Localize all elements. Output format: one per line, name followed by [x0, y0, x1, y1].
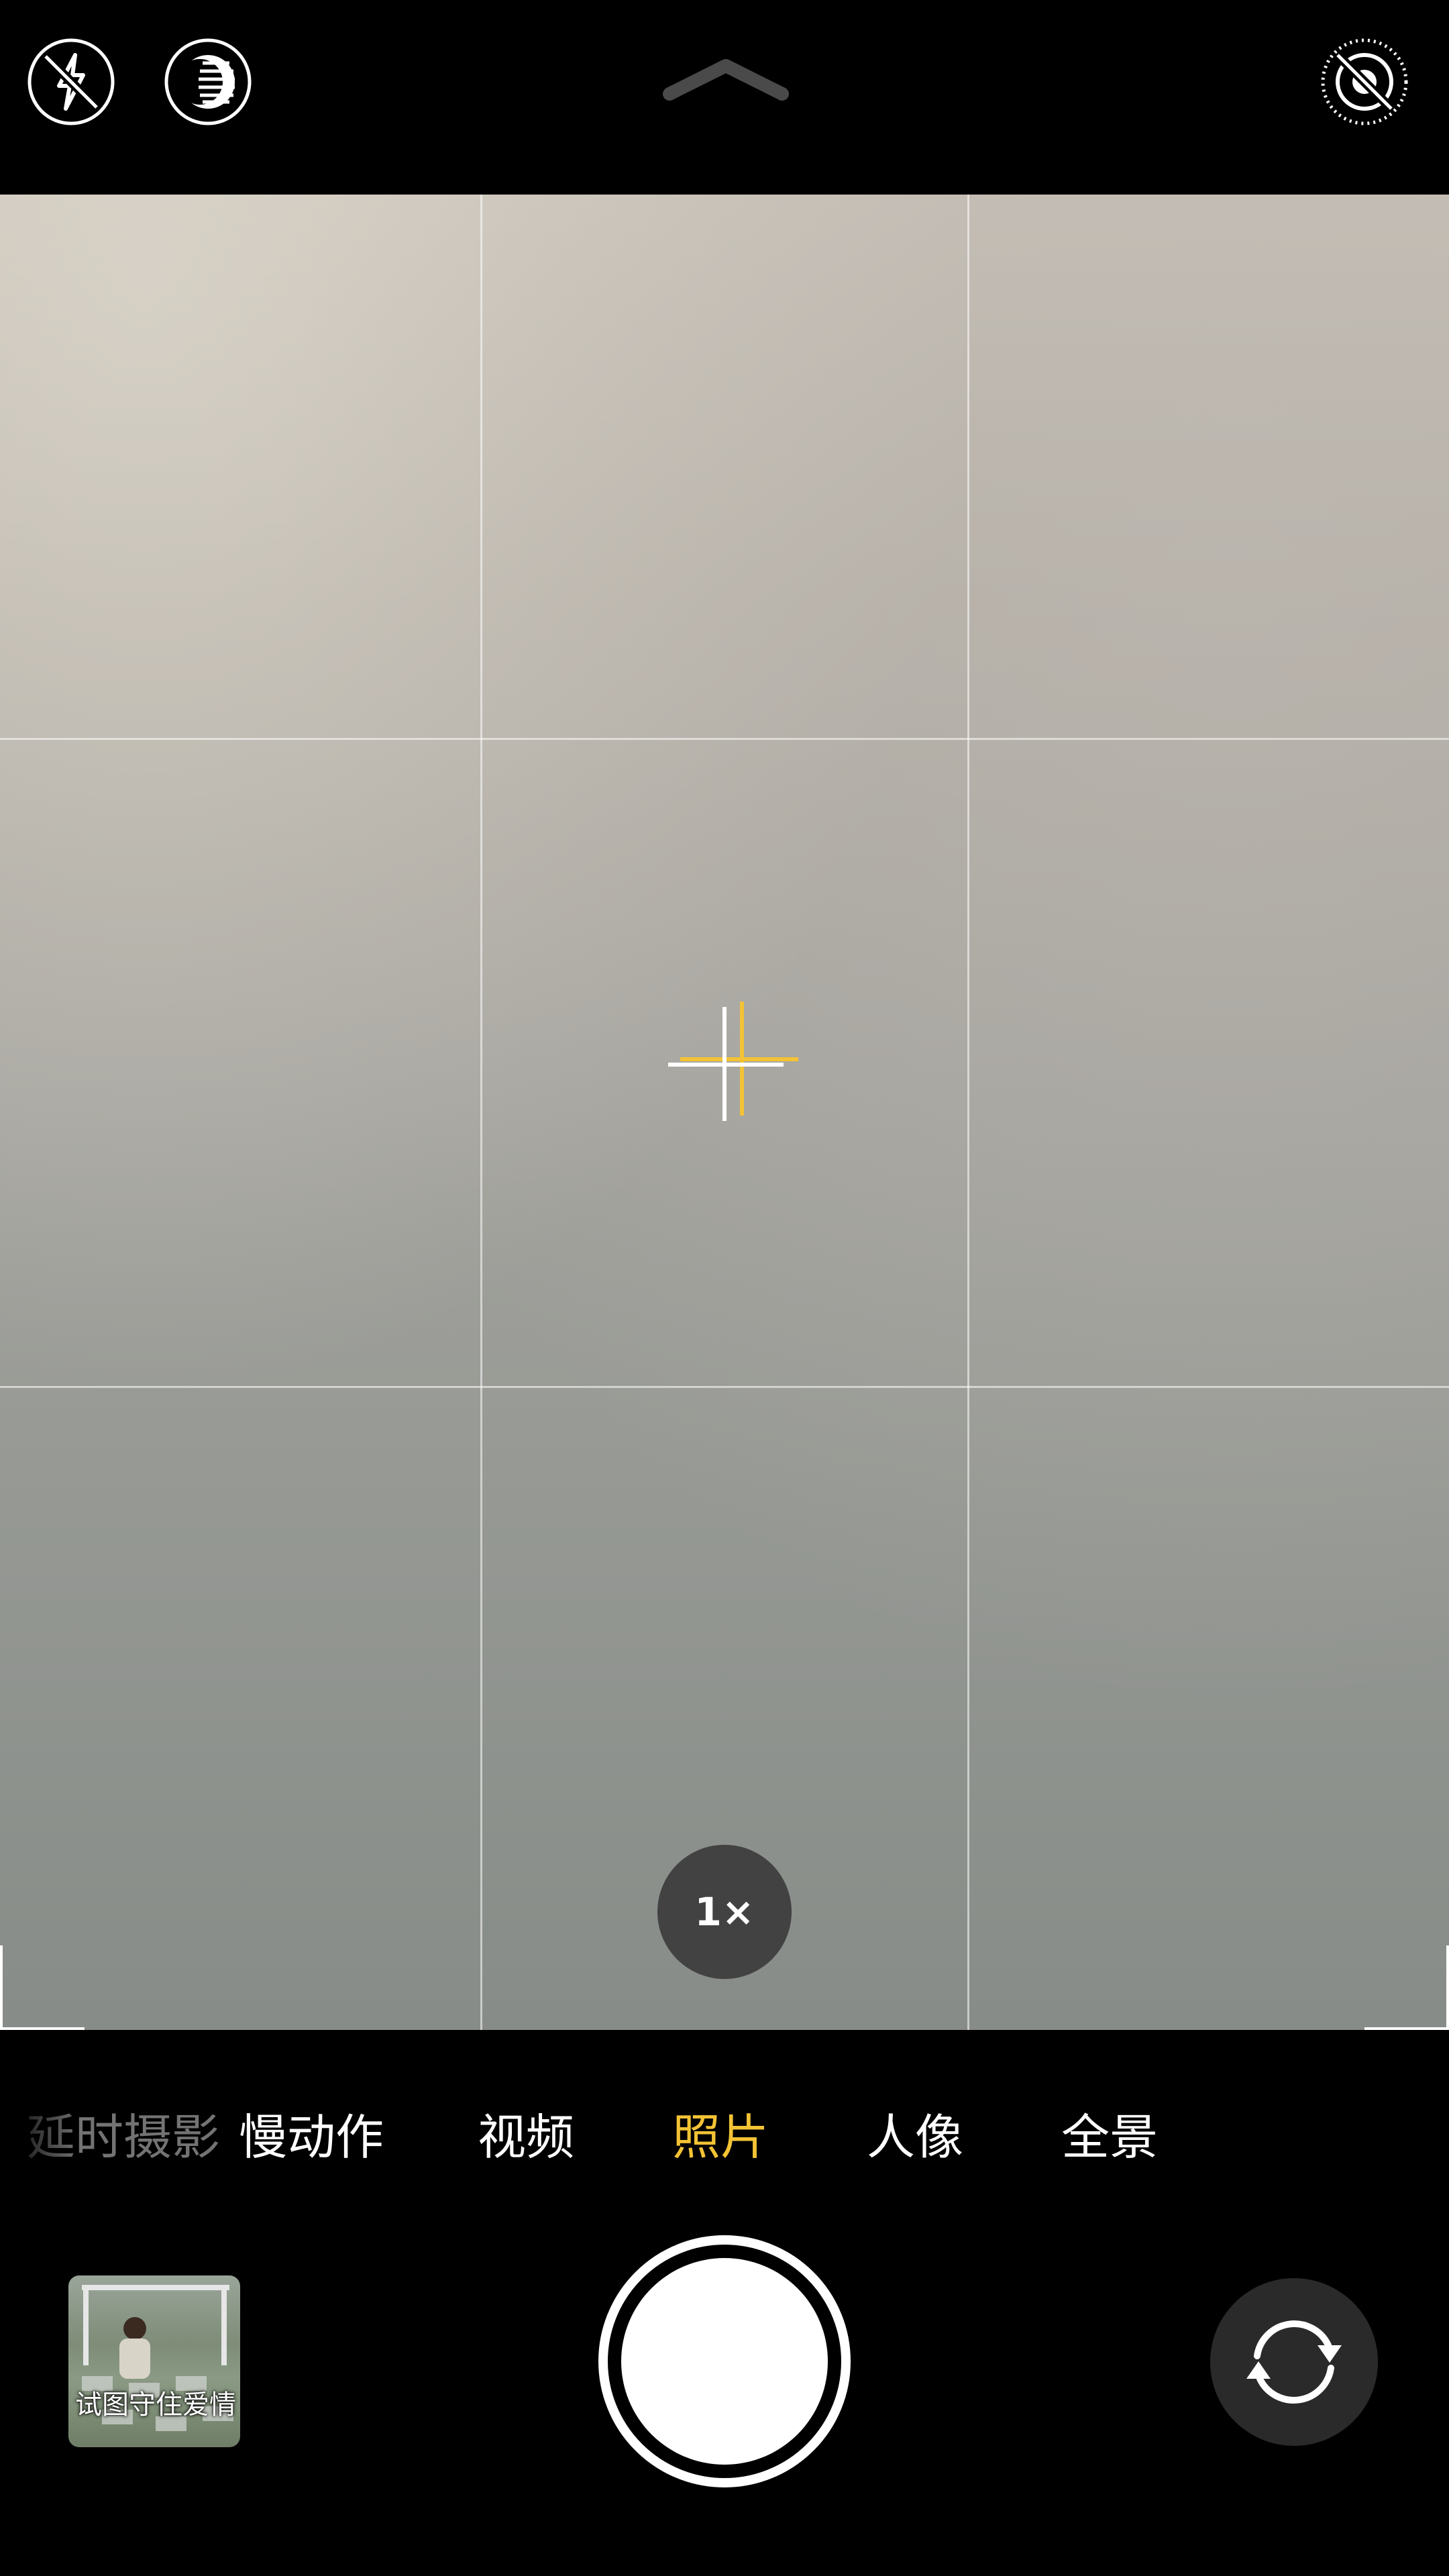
live-off-icon[interactable]	[1319, 36, 1410, 127]
mode-portrait[interactable]: 人像	[867, 2097, 963, 2178]
thumb-frame-post	[221, 2285, 227, 2365]
night-mode-icon[interactable]	[162, 36, 254, 127]
bottom-controls: 延时摄影 慢动作 视频 照片 人像 全景 试图守住爱情	[0, 2030, 1449, 2576]
flash-off-icon[interactable]	[25, 36, 117, 127]
thumb-child-head	[123, 2317, 146, 2340]
mode-photo[interactable]: 照片	[672, 2097, 769, 2178]
last-photo-thumbnail[interactable]: 试图守住爱情	[68, 2275, 240, 2447]
grid-line-vertical	[480, 195, 482, 2030]
thumb-frame-bar	[82, 2285, 229, 2290]
frame-corner	[1446, 1945, 1449, 2030]
shutter-inner[interactable]	[621, 2258, 828, 2465]
thumb-child-body	[119, 2339, 150, 2379]
camera-flip-icon[interactable]	[1210, 2278, 1378, 2446]
zoom-button[interactable]: 1×	[657, 1845, 792, 1979]
thumbnail-caption: 试图守住爱情	[75, 2390, 236, 2420]
mode-slowmo[interactable]: 慢动作	[239, 2097, 384, 2178]
thumb-frame-post	[83, 2285, 89, 2365]
grid-line-horizontal	[0, 1386, 1449, 1388]
grid-line-vertical	[967, 195, 969, 2030]
shutter-button[interactable]	[598, 2235, 851, 2487]
focus-crosshair	[665, 1002, 800, 1122]
chevron-up-icon[interactable]	[659, 54, 793, 107]
mode-fade-mask	[0, 2090, 80, 2184]
grid-line-horizontal	[0, 738, 1449, 740]
mode-selector[interactable]: 延时摄影 慢动作 视频 照片 人像 全景	[0, 2097, 1449, 2178]
mode-panorama[interactable]: 全景	[1061, 2097, 1158, 2178]
frame-corner	[0, 1945, 3, 2030]
mode-video[interactable]: 视频	[478, 2097, 574, 2178]
top-bar	[0, 0, 1449, 195]
camera-viewfinder[interactable]: 1×	[0, 195, 1449, 2030]
